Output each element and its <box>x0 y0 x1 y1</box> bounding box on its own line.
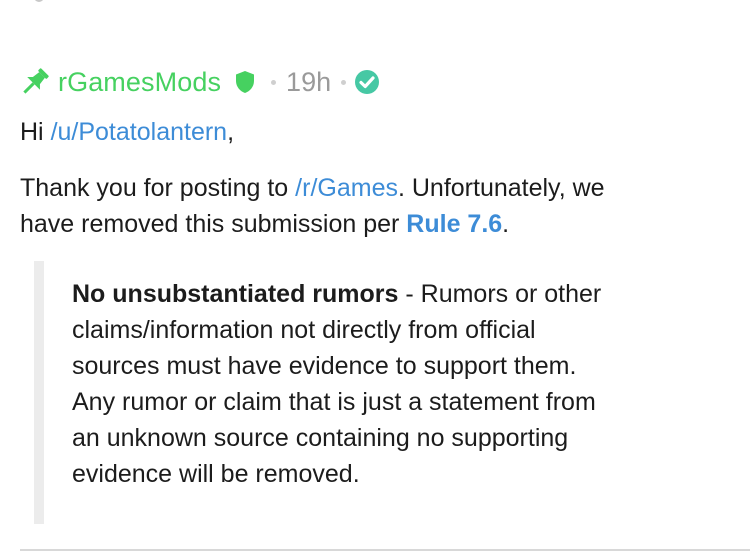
body-text: . <box>502 210 510 238</box>
user-link[interactable]: /u/Potatolantern <box>51 118 228 146</box>
quote-line: sources must have evidence to support th… <box>72 352 577 380</box>
rule-title: No unsubstantiated rumors <box>72 280 399 308</box>
rule-link[interactable]: Rule 7.6 <box>406 210 502 238</box>
separator-dot <box>271 79 277 85</box>
quote-line: No unsubstantiated rumors - Rumors or ot… <box>72 276 732 312</box>
comment-greeting: Hi /u/Potatolantern, <box>20 114 234 150</box>
quote-text: - Rumors or other <box>398 280 602 308</box>
separator-dot <box>341 79 347 85</box>
greeting-suffix: , <box>227 118 235 146</box>
blockquote-bar <box>34 261 44 524</box>
comment-meta: rGamesMods 19h <box>18 64 380 100</box>
body-line: have removed this submission per Rule 7.… <box>20 206 730 242</box>
body-line: Thank you for posting to /r/Games. Unfor… <box>20 170 730 206</box>
pin-icon <box>18 65 52 99</box>
body-text: Thank you for posting to <box>20 174 296 202</box>
moderator-shield-icon <box>235 70 255 94</box>
comment-body: Thank you for posting to /r/Games. Unfor… <box>20 170 730 242</box>
quote-line: Any rumor or claim that is just a statem… <box>72 388 596 416</box>
quote-line: an unknown source containing no supporti… <box>72 424 569 452</box>
greeting-prefix: Hi <box>20 118 51 146</box>
body-text: . Unfortunately, we <box>397 174 605 202</box>
previous-item-dot <box>34 0 44 2</box>
distinguished-check-icon <box>354 69 380 95</box>
body-text: have removed this submission per <box>20 210 407 238</box>
rule-blockquote: No unsubstantiated rumors - Rumors or ot… <box>72 276 732 492</box>
divider <box>20 549 750 551</box>
quote-line: claims/information not directly from off… <box>72 316 536 344</box>
comment-timestamp: 19h <box>286 66 332 97</box>
author-username[interactable]: rGamesMods <box>58 67 221 98</box>
subreddit-link[interactable]: /r/Games <box>295 174 398 202</box>
quote-line: evidence will be removed. <box>72 460 360 488</box>
